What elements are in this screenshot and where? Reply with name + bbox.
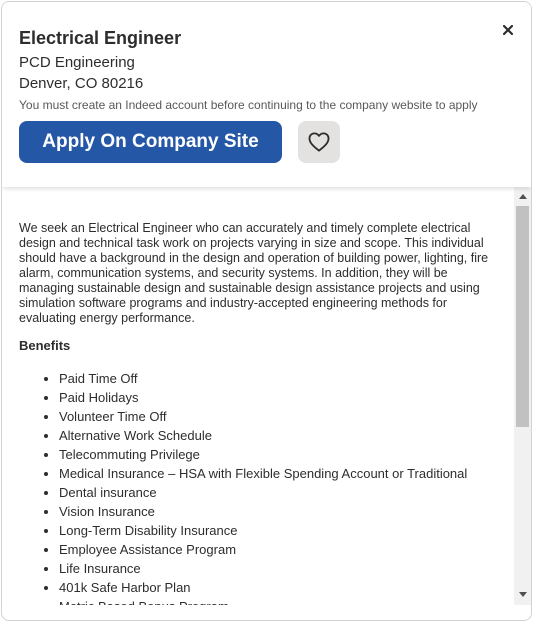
account-notice: You must create an Indeed account before…	[19, 98, 478, 112]
job-header: Electrical Engineer PCD Engineering Denv…	[2, 2, 531, 187]
list-item: Long-Term Disability Insurance	[19, 521, 467, 540]
job-details-panel: Electrical Engineer PCD Engineering Denv…	[1, 1, 532, 621]
list-item: Medical Insurance – HSA with Flexible Sp…	[19, 464, 467, 483]
list-item: Employee Assistance Program	[19, 540, 467, 559]
job-description-scroll-area[interactable]: We seek an Electrical Engineer who can a…	[2, 187, 531, 605]
close-icon	[503, 25, 513, 35]
list-item: Volunteer Time Off	[19, 407, 467, 426]
heart-outline-icon	[308, 132, 330, 152]
apply-on-company-site-button[interactable]: Apply On Company Site	[19, 121, 282, 163]
benefits-heading: Benefits	[19, 338, 71, 353]
list-item: Dental insurance	[19, 483, 467, 502]
list-item: Metric Based Bonus Program	[19, 597, 467, 605]
scrollbar-thumb[interactable]	[516, 206, 529, 427]
job-location: Denver, CO 80216	[19, 75, 144, 92]
list-item: Paid Time Off	[19, 369, 467, 388]
benefits-list: Paid Time Off Paid Holidays Volunteer Ti…	[19, 369, 467, 605]
list-item: Telecommuting Privilege	[19, 445, 467, 464]
scroll-up-arrow-icon[interactable]	[514, 189, 531, 203]
company-name[interactable]: PCD Engineering	[19, 54, 135, 71]
apply-button-label: Apply On Company Site	[42, 131, 259, 152]
close-button[interactable]	[496, 18, 520, 42]
list-item: Alternative Work Schedule	[19, 426, 467, 445]
list-item: 401k Safe Harbor Plan	[19, 578, 467, 597]
scroll-down-arrow-icon[interactable]	[514, 587, 531, 601]
vertical-scrollbar[interactable]	[514, 187, 531, 605]
list-item: Vision Insurance	[19, 502, 467, 521]
job-description-text: We seek an Electrical Engineer who can a…	[19, 221, 489, 325]
list-item: Paid Holidays	[19, 388, 467, 407]
job-title: Electrical Engineer	[19, 28, 182, 48]
save-job-button[interactable]	[298, 121, 340, 163]
list-item: Life Insurance	[19, 559, 467, 578]
